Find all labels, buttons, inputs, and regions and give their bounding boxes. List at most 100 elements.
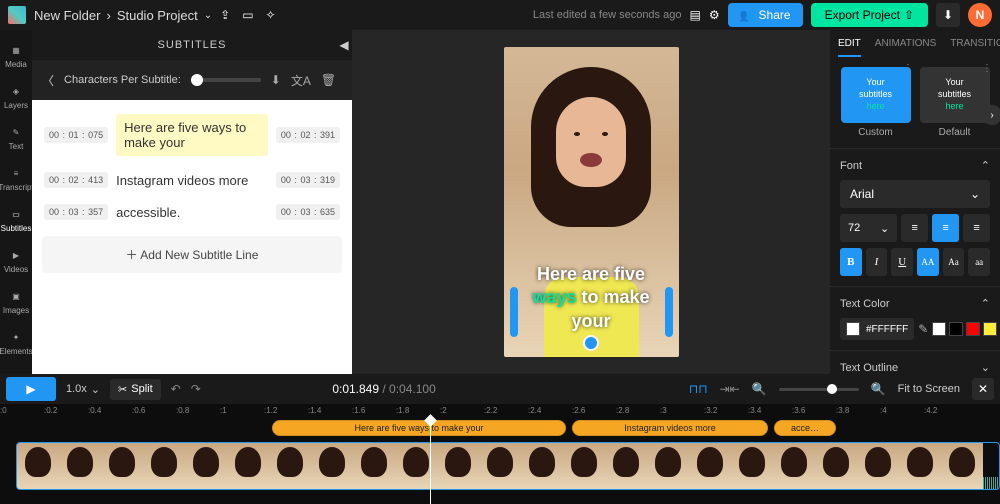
subtitle-line[interactable]: 00 : 03 : 357 accessible. 00 : 03 : 635 <box>38 196 346 228</box>
next-preset-icon[interactable]: › <box>982 105 1000 125</box>
sidebar-item-transcript[interactable]: ≡Transcript <box>0 159 32 198</box>
color-swatch[interactable] <box>932 322 946 336</box>
sidebar-item-images[interactable]: ▣Images <box>0 282 32 321</box>
subtitle-track[interactable]: Here are five ways to make your Instagram… <box>16 420 1000 438</box>
playhead[interactable] <box>430 420 431 504</box>
start-time[interactable]: 00 : 02 : 413 <box>44 172 108 188</box>
magnet-icon[interactable]: ⊓⊓ <box>689 382 708 396</box>
zoom-thumb[interactable] <box>827 384 837 394</box>
collapse-panel-icon[interactable]: ◀ <box>335 30 353 60</box>
color-input[interactable]: #FFFFFF <box>840 318 914 340</box>
user-avatar[interactable]: N <box>968 3 992 27</box>
back-button[interactable]: 〈 <box>42 72 54 89</box>
zoom-in-icon[interactable]: 🔍 <box>871 382 886 396</box>
delete-icon[interactable]: 🗑 <box>321 73 336 87</box>
download-button[interactable]: ⬇ <box>936 3 960 27</box>
subtitle-clip[interactable]: acce… <box>774 420 836 436</box>
end-time[interactable]: 00 : 03 : 319 <box>276 172 340 188</box>
chevron-down-icon: ⌄ <box>91 383 100 396</box>
subtitle-line[interactable]: 00 : 01 : 075 Here are five ways to make … <box>38 106 346 164</box>
add-subtitle-button[interactable]: ＋ Add New Subtitle Line <box>42 236 342 273</box>
preset-default[interactable]: ⋮ Yoursubtitleshere Default <box>919 67 990 138</box>
tab-animations[interactable]: ANIMATIONS <box>875 38 936 57</box>
font-section-header[interactable]: Font⌃ <box>840 159 990 172</box>
case-title-button[interactable]: Aa <box>943 248 965 276</box>
chevron-down-icon: ⌄ <box>880 222 889 235</box>
timeline-ruler[interactable]: :0:0.2:0.4:0.6:0.8:1:1.2:1.4:1.6:1.8:2:2… <box>0 404 1000 420</box>
resize-handle[interactable] <box>583 335 599 351</box>
video-canvas[interactable]: Here are five ways to make your <box>352 30 830 374</box>
sidebar-item-elements[interactable]: ✦Elements <box>0 323 32 362</box>
split-button[interactable]: ✂Split <box>110 379 161 400</box>
font-size-select[interactable]: 72⌄ <box>840 214 897 242</box>
subtitle-clip[interactable]: Instagram videos more <box>572 420 768 436</box>
color-swatch[interactable] <box>966 322 980 336</box>
resize-icon[interactable]: ▭ <box>242 8 253 22</box>
subtitle-line[interactable]: 00 : 02 : 413 Instagram videos more 00 : 0… <box>38 164 346 196</box>
zoom-slider[interactable] <box>779 388 859 391</box>
playback-speed[interactable]: 1.0x⌄ <box>66 383 100 396</box>
undo-icon[interactable]: ↶ <box>171 382 181 396</box>
redo-icon[interactable]: ↷ <box>191 382 201 396</box>
share-button[interactable]: 👥Share <box>728 3 803 27</box>
subtitle-overlay[interactable]: Here are five ways to make your <box>514 263 669 333</box>
sidebar-item-media[interactable]: ▦Media <box>0 36 32 75</box>
zoom-out-icon[interactable]: 🔍 <box>752 382 767 396</box>
underline-button[interactable]: U <box>891 248 913 276</box>
subtitle-text[interactable]: Here are five ways to make your <box>116 114 268 156</box>
play-button[interactable]: ▶ <box>6 377 56 401</box>
end-time[interactable]: 00 : 03 : 635 <box>276 204 340 220</box>
sidebar-item-videos[interactable]: ▶Videos <box>0 241 32 280</box>
text-outline-section-header[interactable]: Text Outline⌄ <box>840 361 990 374</box>
subtitle-text[interactable]: Instagram videos more <box>116 173 268 188</box>
align-center-button[interactable]: ≡ <box>932 214 959 242</box>
download-subs-icon[interactable]: ⬇ <box>271 73 281 87</box>
tab-edit[interactable]: EDIT <box>838 38 861 57</box>
chevron-down-icon[interactable]: ⌄ <box>204 10 212 21</box>
cps-slider[interactable] <box>191 78 261 82</box>
fit-to-screen-button[interactable]: Fit to Screen <box>898 383 960 395</box>
preset-custom[interactable]: ⋮ Yoursubtitleshere Custom <box>840 67 911 138</box>
italic-button[interactable]: I <box>866 248 888 276</box>
current-color-swatch <box>846 322 860 336</box>
align-left-button[interactable]: ≡ <box>901 214 928 242</box>
translate-icon[interactable]: 文A <box>291 72 311 89</box>
align-right-button[interactable]: ≡ <box>963 214 990 242</box>
settings-icon[interactable]: ⚙ <box>709 8 720 22</box>
slider-thumb[interactable] <box>191 74 203 86</box>
subtitle-text[interactable]: accessible. <box>116 205 268 220</box>
font-family-select[interactable]: Arial⌄ <box>840 180 990 208</box>
video-frame <box>731 443 773 489</box>
video-frame <box>479 443 521 489</box>
upload-icon[interactable]: ⇪ <box>220 8 230 22</box>
breadcrumb[interactable]: New Folder › Studio Project ⌄ <box>34 8 212 23</box>
magic-icon[interactable]: ✧ <box>266 8 276 22</box>
sidebar-item-subtitles[interactable]: ▭Subtitles <box>0 200 32 239</box>
video-track[interactable] <box>16 442 1000 490</box>
subtitle-clip[interactable]: Here are five ways to make your <box>272 420 566 436</box>
eyedropper-icon[interactable]: ✎ <box>918 322 928 336</box>
text-color-section-header[interactable]: Text Color⌃ <box>840 297 990 310</box>
end-time[interactable]: 00 : 02 : 391 <box>276 127 340 143</box>
color-swatch[interactable] <box>949 322 963 336</box>
share-icon: 👥 <box>740 8 755 22</box>
case-upper-button[interactable]: AA <box>917 248 939 276</box>
close-timeline-button[interactable]: ✕ <box>972 378 994 400</box>
color-swatch[interactable] <box>983 322 997 336</box>
video-frame <box>101 443 143 489</box>
sidebar-item-text[interactable]: ✎Text <box>0 118 32 157</box>
start-time[interactable]: 00 : 03 : 357 <box>44 204 108 220</box>
more-icon[interactable]: ⋮ <box>903 63 913 74</box>
ruler-tick: :2.6 <box>572 406 585 415</box>
tab-transitions[interactable]: TRANSITIONS <box>950 38 1000 57</box>
case-lower-button[interactable]: aa <box>968 248 990 276</box>
trim-icon[interactable]: ⇥⇤ <box>720 382 740 396</box>
export-button[interactable]: Export Project⇧ <box>811 3 928 27</box>
more-icon[interactable]: ⋮ <box>982 63 992 74</box>
bold-button[interactable]: B <box>840 248 862 276</box>
video-frame <box>563 443 605 489</box>
sidebar-item-layers[interactable]: ◈Layers <box>0 77 32 116</box>
video-preview[interactable]: Here are five ways to make your <box>504 47 679 357</box>
start-time[interactable]: 00 : 01 : 075 <box>44 127 108 143</box>
comment-icon[interactable]: ▤ <box>689 8 700 22</box>
